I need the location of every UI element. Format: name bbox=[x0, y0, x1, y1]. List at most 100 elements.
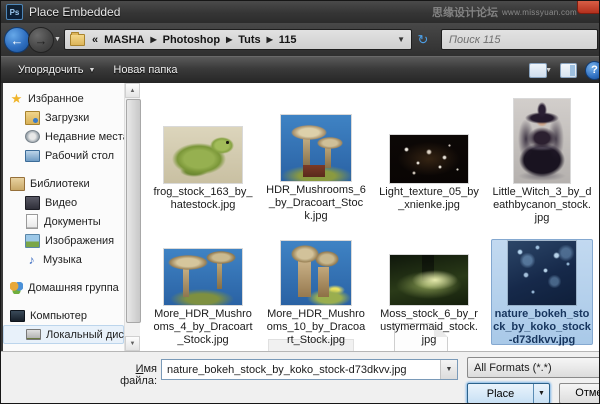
preview-pane-button[interactable] bbox=[560, 63, 577, 78]
breadcrumb-separator-icon: ▶ bbox=[224, 35, 234, 44]
cancel-button[interactable]: Отмена bbox=[559, 383, 600, 404]
star-icon: ★ bbox=[10, 93, 23, 105]
file-item[interactable]: nature_bokeh_stock_by_koko_stock-d73dkvv… bbox=[490, 223, 594, 347]
title-bar[interactable]: Ps Place Embedded 思缘设计论坛 www.missyuan.co… bbox=[1, 1, 599, 23]
place-button[interactable]: Place ▼ bbox=[467, 383, 550, 404]
filename-label: Имя файла: bbox=[99, 363, 157, 387]
sidebar-item-folder-down[interactable]: Загрузки bbox=[3, 108, 124, 127]
sidebar-item-disk[interactable]: Локальный диск bbox=[3, 325, 124, 344]
sidebar-item-label: Рабочий стол bbox=[45, 150, 114, 162]
file-thumbnail-light bbox=[390, 135, 468, 183]
sidebar-item-label: Недавние места bbox=[45, 131, 124, 143]
scroll-down-icon[interactable]: ▼ bbox=[125, 336, 140, 351]
file-item[interactable]: Moss_stock_6_by_rustymermaid_stock.jpg bbox=[377, 223, 481, 347]
place-split-dropdown-icon[interactable]: ▼ bbox=[533, 384, 549, 403]
filename-value: nature_bokeh_stock_by_koko_stock-d73dkvv… bbox=[162, 364, 407, 376]
new-folder-button[interactable]: Новая папка bbox=[104, 61, 186, 79]
search-input[interactable]: Поиск 115 bbox=[441, 29, 598, 50]
pictures-icon bbox=[25, 234, 40, 248]
sidebar-list: ★Избранное Загрузки Недавние места Рабочий … bbox=[3, 83, 124, 351]
window-title: Place Embedded bbox=[29, 5, 120, 19]
sidebar-item-label: Документы bbox=[44, 216, 101, 228]
breadcrumb-photoshop[interactable]: Photoshop bbox=[161, 34, 222, 46]
organize-label: Упорядочить bbox=[18, 64, 83, 76]
sidebar-item-libraries[interactable]: Библиотеки bbox=[3, 174, 124, 193]
scrollbar-thumb[interactable] bbox=[126, 99, 141, 323]
sidebar-item-documents[interactable]: Документы bbox=[3, 212, 124, 231]
file-name: HDR_Mushrooms_6_by_Dracoart_Stock.jpg bbox=[266, 184, 366, 223]
file-item[interactable]: Little_Witch_3_by_deathbycanon_stock.jpg bbox=[490, 99, 594, 223]
address-dropdown-icon[interactable]: ▼ bbox=[397, 35, 411, 44]
breadcrumb-masha[interactable]: MASHA bbox=[102, 34, 146, 46]
sidebar-item-label: Локальный диск bbox=[46, 329, 124, 341]
homegroup-icon bbox=[10, 282, 23, 294]
watermark-url-text: www.missyuan.com bbox=[502, 8, 577, 17]
file-name: More_HDR_Mushrooms_4_by_Dracoart_Stock.j… bbox=[153, 308, 253, 347]
disk-icon bbox=[26, 329, 41, 340]
sidebar-item-desktop[interactable]: Рабочий стол bbox=[3, 146, 124, 165]
file-name: Moss_stock_6_by_rustymermaid_stock.jpg bbox=[379, 308, 479, 347]
sidebar-item-pictures[interactable]: Изображения bbox=[3, 231, 124, 250]
place-embedded-dialog: Ps Place Embedded 思缘设计论坛 www.missyuan.co… bbox=[0, 0, 600, 404]
breadcrumb-separator-icon: ▶ bbox=[265, 35, 275, 44]
file-thumbnail-witch bbox=[514, 99, 570, 183]
new-folder-label: Новая папка bbox=[113, 64, 177, 76]
change-view-button[interactable]: ▼ bbox=[529, 63, 552, 78]
video-icon bbox=[25, 196, 40, 210]
sidebar-item-video[interactable]: Видео bbox=[3, 193, 124, 212]
scroll-up-icon[interactable]: ▲ bbox=[125, 83, 140, 98]
history-dropdown-icon[interactable]: ▼ bbox=[54, 36, 61, 43]
sidebar-scrollbar[interactable]: ▲ ▼ bbox=[124, 83, 140, 351]
sidebar-item-homegroup[interactable]: Домашняя группа bbox=[3, 278, 124, 297]
photoshop-app-icon: Ps bbox=[6, 4, 23, 20]
forward-button[interactable]: → bbox=[28, 27, 54, 53]
sidebar-item-computer[interactable]: Компьютер bbox=[3, 306, 124, 325]
place-label: Place bbox=[468, 388, 533, 400]
refresh-icon[interactable]: ↻ bbox=[414, 31, 432, 49]
file-thumbnail-frog bbox=[164, 127, 242, 183]
breadcrumb-tuts[interactable]: Tuts bbox=[236, 34, 262, 46]
recent-icon bbox=[25, 130, 40, 143]
format-combobox[interactable]: All Formats (*.*) ▼ bbox=[467, 357, 600, 378]
sidebar-item-star[interactable]: ★Избранное bbox=[3, 89, 124, 108]
sidebar-item-recent[interactable]: Недавние места bbox=[3, 127, 124, 146]
file-thumbnail-moss bbox=[390, 255, 468, 305]
back-button[interactable]: ← bbox=[4, 27, 30, 53]
watermark: 思缘设计论坛 www.missyuan.com bbox=[432, 4, 577, 20]
sidebar-item-label: Изображения bbox=[45, 235, 114, 247]
sidebar-item-label: Загрузки bbox=[45, 112, 89, 124]
sidebar-item-label: Музыка bbox=[43, 254, 82, 266]
sidebar-item-label: Видео bbox=[45, 197, 77, 209]
file-item[interactable]: More_HDR_Mushrooms_4_by_Dracoart_Stock.j… bbox=[151, 223, 255, 347]
chevron-down-icon: ▼ bbox=[88, 67, 95, 74]
breadcrumb-115[interactable]: 115 bbox=[277, 34, 299, 46]
file-grid: frog_stock_163_by_hatestock.jpg HDR_Mushr… bbox=[141, 83, 599, 351]
close-button[interactable] bbox=[577, 0, 600, 14]
breadcrumb-prefix[interactable]: « bbox=[90, 34, 100, 46]
file-item[interactable]: More_HDR_Mushrooms_10_by_Dracoart_Stock.… bbox=[264, 223, 368, 347]
dialog-content: ★Избранное Загрузки Недавние места Рабочий … bbox=[3, 83, 599, 351]
command-toolbar: Упорядочить ▼ Новая папка ▼ ? bbox=[1, 56, 599, 83]
music-icon: ♪ bbox=[25, 254, 38, 266]
organize-button[interactable]: Упорядочить ▼ bbox=[9, 61, 104, 79]
file-name: Little_Witch_3_by_deathbycanon_stock.jpg bbox=[492, 186, 592, 225]
folder-down-icon bbox=[25, 111, 40, 125]
address-bar[interactable]: « MASHA ▶ Photoshop ▶ Tuts ▶ 115 ▼ bbox=[64, 29, 412, 50]
search-placeholder: Поиск 115 bbox=[442, 34, 501, 46]
chevron-down-icon[interactable]: ▼ bbox=[440, 360, 457, 379]
sidebar-item-label: Библиотеки bbox=[30, 178, 90, 190]
sidebar-item-music[interactable]: ♪ Музыка bbox=[3, 250, 124, 269]
documents-icon bbox=[26, 214, 38, 229]
format-value: All Formats (*.*) bbox=[468, 362, 552, 374]
computer-icon bbox=[10, 310, 25, 322]
file-name: Light_texture_05_by_xnienke.jpg bbox=[379, 186, 479, 212]
file-name: nature_bokeh_stock_by_koko_stock-d73dkvv… bbox=[492, 308, 592, 347]
file-item[interactable]: Light_texture_05_by_xnienke.jpg bbox=[377, 99, 481, 223]
file-item[interactable]: frog_stock_163_by_hatestock.jpg bbox=[151, 99, 255, 223]
help-button[interactable]: ? bbox=[585, 61, 600, 80]
file-name: More_HDR_Mushrooms_10_by_Dracoart_Stock.… bbox=[266, 308, 366, 347]
dialog-footer: Имя файла: nature_bokeh_stock_by_koko_st… bbox=[1, 351, 599, 404]
file-name: frog_stock_163_by_hatestock.jpg bbox=[153, 186, 253, 212]
file-item[interactable]: HDR_Mushrooms_6_by_Dracoart_Stock.jpg bbox=[264, 99, 368, 223]
filename-combobox[interactable]: nature_bokeh_stock_by_koko_stock-d73dkvv… bbox=[161, 359, 458, 380]
